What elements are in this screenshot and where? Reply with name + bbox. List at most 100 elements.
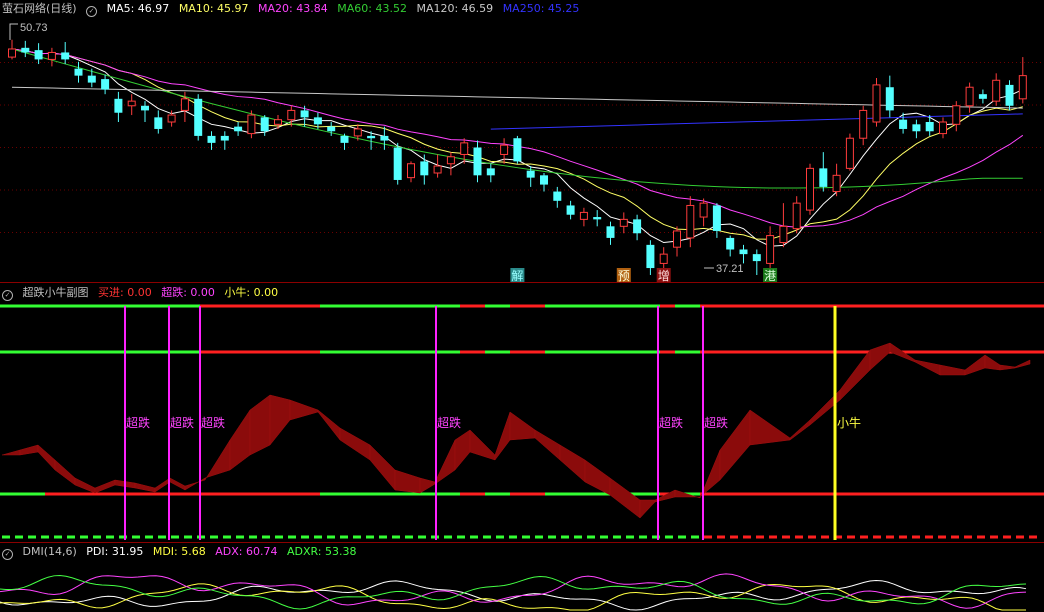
sub-chaodie-label: 超跌: 0.00 (161, 286, 215, 299)
candle-body (446, 156, 455, 165)
ribbon-segment (19, 444, 39, 456)
chart-labels: 50.73 37.21 (20, 22, 744, 275)
candle-body (87, 75, 96, 83)
candle-body (340, 135, 349, 143)
ribbon-segment (229, 409, 251, 471)
dmi-settings-icon[interactable]: ✓ (2, 549, 13, 560)
sub-chart: 超跌 超跌 超跌 超跌 超跌 超跌 小牛 (0, 304, 1044, 540)
candle-body (872, 84, 881, 123)
candle-body (606, 226, 615, 238)
candle-body (566, 205, 575, 215)
candle-body (965, 86, 974, 107)
candle-body (460, 142, 469, 155)
candle-body (646, 244, 655, 269)
candle-body (859, 109, 868, 139)
ribbon-segment (999, 364, 1016, 371)
candle-body (433, 165, 442, 174)
ma120-line (11, 86, 1023, 109)
ribbon-segment (434, 439, 456, 485)
ribbon-segment (869, 342, 891, 371)
candle-body (127, 100, 136, 107)
ribbon-segment (339, 427, 371, 461)
candle-body (274, 119, 282, 125)
chaodie-signal-text: 超跌 (170, 415, 194, 430)
candle-body (766, 235, 775, 264)
dmi-title[interactable]: DMI(14,6) (23, 545, 77, 558)
ribbon-segment (134, 482, 156, 493)
candle-body (899, 119, 908, 129)
candle-body (367, 135, 376, 139)
candle-body (8, 48, 16, 58)
ribbon-segment (454, 429, 471, 471)
chaodie-signal-text: 超跌 (704, 415, 728, 430)
high-price-label: 50.73 (20, 22, 48, 34)
ribbon-segment (839, 349, 871, 401)
ribbon-segment (154, 477, 171, 493)
candle-body (513, 138, 522, 162)
ribbon-segment (249, 394, 271, 456)
candle-body (101, 79, 110, 90)
sub-header: ✓ 超跌小牛副图 买进: 0.00 超跌: 0.00 小牛: 0.00 (2, 285, 284, 301)
signal-tag-text: 解 (511, 269, 523, 283)
candle-body (912, 124, 921, 132)
candle-body (473, 147, 482, 176)
candle-body (260, 117, 269, 132)
candle-body (925, 122, 934, 132)
ribbon-segment (169, 477, 186, 491)
ribbon-segment (269, 394, 291, 446)
candle-body (579, 211, 588, 220)
ribbon-segment (74, 477, 96, 494)
chart-canvas[interactable]: 解预增港 超跌 超跌 超跌 超跌 超跌 超跌 小牛 50.73 37.21 (0, 0, 1044, 612)
candle-body (779, 225, 788, 244)
main-chart: 解预增港 (0, 23, 1044, 283)
ribbon-segment (509, 411, 536, 441)
xiaoniu-signal-text: 小牛 (837, 415, 861, 430)
ribbon-segment (609, 477, 641, 519)
candle-body (885, 87, 894, 111)
candle-body (486, 168, 495, 176)
candle-body (420, 161, 429, 176)
candle-body (167, 114, 176, 123)
ribbon-segment (914, 359, 941, 376)
ribbon-segment (94, 479, 116, 494)
chaodie-signal-text: 超跌 (437, 415, 461, 430)
chaodie-signal-text: 超跌 (201, 415, 225, 430)
candle-body (114, 98, 123, 113)
ribbon-segment (54, 459, 76, 486)
candle-body (180, 98, 189, 111)
signal-tag-text: 预 (618, 269, 630, 283)
high-marker (9, 23, 18, 40)
sub-title[interactable]: 超跌小牛副图 (23, 286, 89, 299)
ribbon-segment (1014, 359, 1031, 369)
candle-body (327, 126, 336, 132)
candle-body (619, 218, 628, 227)
ribbon-segment (369, 444, 396, 491)
chaodie-signal-text: 超跌 (659, 415, 683, 430)
panel-separator-1 (0, 282, 1044, 283)
candle-body (313, 117, 322, 125)
ribbon-segment (749, 409, 791, 446)
ribbon-segment (939, 364, 966, 376)
dmi-header: ✓ DMI(14,6) PDI: 31.95 MDI: 5.68 ADX: 60… (2, 544, 363, 560)
ribbon-segment (394, 469, 421, 494)
signal-tag-text: 增 (658, 269, 670, 283)
candle-body (712, 205, 721, 231)
candle-body (686, 204, 695, 239)
ribbon-segment (317, 409, 341, 441)
ribbon-segment (534, 429, 561, 461)
sub-settings-icon[interactable]: ✓ (2, 290, 13, 301)
candle-body (154, 117, 163, 129)
candle-body (34, 50, 43, 60)
chaodie-signal-text: 超跌 (126, 415, 150, 430)
ribbon-segment (559, 444, 586, 483)
candle-body (806, 167, 814, 211)
ribbon-segment (289, 399, 319, 421)
ribbon-segment (964, 354, 986, 376)
candle-body (220, 135, 229, 141)
ribbon-segment (184, 477, 206, 491)
candle-body (393, 147, 402, 180)
candle-body (1018, 75, 1027, 100)
candle-body (407, 163, 415, 179)
candle-body (234, 126, 243, 132)
sub-buy-label: 买进: 0.00 (98, 286, 152, 299)
